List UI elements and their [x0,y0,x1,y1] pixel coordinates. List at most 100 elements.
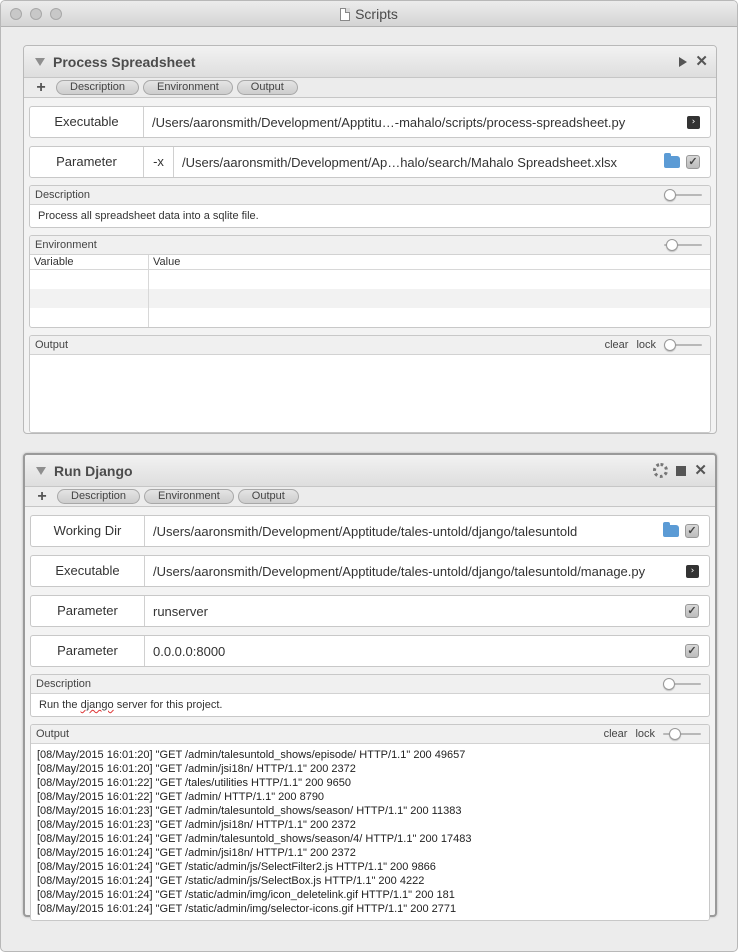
log-line: [08/May/2015 16:01:23] "GET /admin/jsi18… [37,819,356,831]
log-line: [08/May/2015 16:01:24] "GET /static/admi… [37,903,457,915]
parameter-flag-input[interactable]: -x [144,147,174,177]
title-bar[interactable]: Scripts [1,1,737,27]
section-controls: clear lock [604,728,701,740]
panel-tab-bar: + Description Environment Output [25,487,715,507]
environment-table-header: Variable Value [30,255,710,270]
section-title: Environment [35,239,97,251]
section-controls [664,189,702,201]
remove-close-icon[interactable]: ✕ [695,54,708,69]
executable-path-input[interactable]: /Users/aaronsmith/Development/Apptitude/… [145,564,686,579]
panel-header: Process Spreadsheet ✕ [24,46,716,78]
section-title: Description [36,678,92,690]
section-slider[interactable] [664,339,702,351]
description-text-start: Run the [39,699,81,711]
section-title: Description [35,189,91,201]
running-spinner-icon [653,463,669,478]
tab-environment[interactable]: Environment [143,80,233,95]
misspelled-word: django [80,699,114,711]
column-value[interactable]: Value [149,255,180,269]
section-slider[interactable] [663,728,701,740]
field-label: Working Dir [31,516,145,546]
parameter-field: Parameter runserver ✓ [30,595,710,627]
log-line: [08/May/2015 16:01:24] "GET /static/admi… [37,889,455,901]
output-log[interactable] [30,355,710,432]
tab-description[interactable]: Description [57,489,141,504]
field-icons: ✓ [664,153,700,169]
tab-description[interactable]: Description [56,80,140,95]
output-section: Output clear lock [08/May/2015 16:01:20]… [30,724,710,921]
terminal-icon[interactable]: › [687,115,700,129]
clear-output-button[interactable]: clear [604,728,628,740]
description-section: Description Run the django server for th… [30,674,710,717]
field-label: Executable [30,107,144,137]
script-panel-run-django: Run Django ✕ + Description Environment O… [23,453,717,921]
panel-header-controls: ✕ [653,463,707,478]
remove-close-icon[interactable]: ✕ [694,463,707,478]
log-line: [08/May/2015 16:01:22] "GET /tales/utili… [37,777,351,789]
zoom-window-button[interactable] [50,8,62,20]
collapse-triangle-icon[interactable] [35,57,45,66]
section-controls: clear lock [605,339,702,351]
section-slider[interactable] [664,189,702,201]
run-play-icon[interactable] [679,56,688,67]
executable-field: Executable /Users/aaronsmith/Development… [30,555,710,587]
output-lines: [08/May/2015 16:01:20] "GET /admin/tales… [31,744,709,920]
scripts-window: Scripts Process Spreadsheet ✕ + Descript… [0,0,738,952]
enabled-checkbox[interactable]: ✓ [686,155,700,169]
log-line: [08/May/2015 16:01:20] "GET /admin/tales… [37,749,466,761]
window-controls [10,8,62,20]
tab-output[interactable]: Output [236,80,298,95]
lock-output-button[interactable]: lock [636,339,656,351]
add-plus-icon[interactable]: + [31,488,53,506]
stop-icon[interactable] [676,465,687,476]
description-text[interactable]: Run the django server for this project. [31,694,709,716]
folder-icon[interactable] [663,522,679,537]
parameter-value-input[interactable]: runserver [145,604,685,619]
field-icons: › [687,115,700,129]
lock-output-button[interactable]: lock [635,728,655,740]
section-header: Output clear lock [31,725,709,744]
description-text[interactable]: Process all spreadsheet data into a sqli… [30,205,710,227]
minimize-window-button[interactable] [30,8,42,20]
output-log[interactable]: [08/May/2015 16:01:20] "GET /admin/tales… [31,744,709,920]
environment-table-body [30,270,710,327]
section-slider[interactable] [664,239,702,251]
enabled-checkbox[interactable]: ✓ [685,644,699,658]
close-window-button[interactable] [10,8,22,20]
section-slider[interactable] [663,678,701,690]
working-dir-field: Working Dir /Users/aaronsmith/Developmen… [30,515,710,547]
table-row[interactable] [30,289,710,308]
panel-title: Process Spreadsheet [53,53,196,70]
section-header: Environment [30,236,710,255]
collapse-triangle-icon[interactable] [36,466,46,475]
enabled-checkbox[interactable]: ✓ [685,604,699,618]
executable-path-input[interactable]: /Users/aaronsmith/Development/Apptitu…-m… [144,115,687,130]
field-icons: ✓ [685,644,699,658]
section-header: Description [31,675,709,694]
add-plus-icon[interactable]: + [30,79,52,97]
enabled-checkbox[interactable]: ✓ [685,524,699,538]
field-label: Parameter [30,147,144,177]
tab-environment[interactable]: Environment [144,489,234,504]
parameter-value-input[interactable]: /Users/aaronsmith/Development/Ap…halo/se… [174,155,664,170]
parameter-field: Parameter 0.0.0.0:8000 ✓ [30,635,710,667]
output-section: Output clear lock [29,335,711,433]
document-icon [340,7,351,21]
field-label: Parameter [31,596,145,626]
table-row[interactable] [30,270,710,289]
parameter-value-input[interactable]: 0.0.0.0:8000 [145,644,685,659]
log-line: [08/May/2015 16:01:24] "GET /static/admi… [37,875,425,887]
clear-output-button[interactable]: clear [605,339,629,351]
field-icons: ✓ [685,604,699,618]
working-dir-input[interactable]: /Users/aaronsmith/Development/Apptitude/… [145,524,663,539]
tab-output[interactable]: Output [237,489,299,504]
terminal-icon[interactable]: › [686,564,699,578]
column-variable[interactable]: Variable [30,255,149,269]
description-text-end: server for this project. [113,699,223,711]
window-title: Scripts [340,1,398,27]
executable-field: Executable /Users/aaronsmith/Development… [29,106,711,138]
folder-icon[interactable] [664,153,680,168]
table-row[interactable] [30,308,710,327]
field-icons: ✓ [663,522,699,538]
log-line: [08/May/2015 16:01:24] "GET /static/admi… [37,861,436,873]
